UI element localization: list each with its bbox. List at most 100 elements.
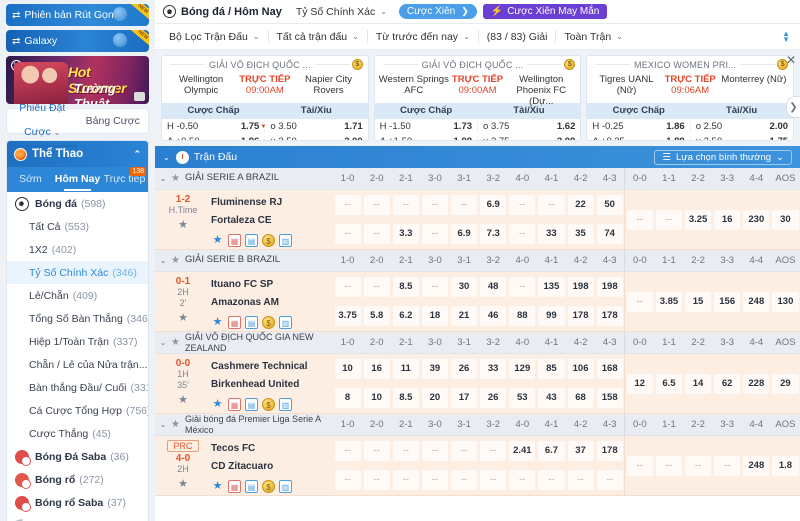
odds-cell-home[interactable]: 48 xyxy=(480,277,506,297)
sort-icon[interactable]: ▲▼ xyxy=(782,31,792,43)
odds-cell-home[interactable]: -- xyxy=(451,195,477,215)
odds-cell-away[interactable]: 10 xyxy=(364,388,390,408)
favorite-icon[interactable]: ★ xyxy=(211,316,224,329)
odds-cell-home[interactable]: 30 xyxy=(451,277,477,297)
total-option[interactable]: o 3.501.71 xyxy=(265,121,367,132)
favorite-star-icon[interactable]: ★ xyxy=(171,419,185,430)
odds-cell-home[interactable]: 198 xyxy=(568,277,594,297)
odds-cell-away[interactable]: 74 xyxy=(597,224,623,244)
filter-1[interactable]: Tất cả trận đấu⌄ xyxy=(271,29,365,45)
sidebar-item-8[interactable]: Bàn thắng Đầu/ Cuối(331) xyxy=(7,376,148,399)
odds-cell-home[interactable]: -- xyxy=(393,441,419,461)
coin-icon[interactable]: $ xyxy=(352,59,363,70)
sidebar-item-1[interactable]: Tất Cả(553) xyxy=(7,215,148,238)
odds-cell-draw[interactable]: 30 xyxy=(772,210,798,230)
odds-cell-away[interactable]: 43 xyxy=(538,388,564,408)
sidebar-item-2[interactable]: 1X2(402) xyxy=(7,238,148,261)
filter-0[interactable]: Bộ Lọc Trận Đấu⌄ xyxy=(163,29,266,45)
sidebar-item-4[interactable]: Lẻ/Chẵn(409) xyxy=(7,284,148,307)
hot-streamer-banner[interactable]: 18 Hot Streamer Tường Thuật xyxy=(6,56,149,104)
odds-cell-away[interactable]: -- xyxy=(509,470,535,490)
favorite-star-icon[interactable]: ★ xyxy=(155,393,211,406)
odds-cell-draw[interactable]: -- xyxy=(685,456,711,476)
favorite-star-icon[interactable]: ★ xyxy=(155,218,211,231)
handicap-option[interactable]: H -0.501.75▼ xyxy=(162,121,265,132)
odds-cell-draw[interactable]: 3.85 xyxy=(656,292,682,312)
odds-cell-away[interactable]: -- xyxy=(422,224,448,244)
odds-cell-draw[interactable]: 12 xyxy=(627,374,653,394)
sidebar-item-6[interactable]: Hiệp 1/Toàn Trận(337) xyxy=(7,330,148,353)
odds-cell-away[interactable]: -- xyxy=(364,224,390,244)
tab-bet-table[interactable]: Bảng Cược xyxy=(78,109,149,133)
sidebar-item-12[interactable]: Bóng rổ(272) xyxy=(7,468,148,491)
odds-cell-away[interactable]: 178 xyxy=(597,306,623,326)
odds-cell-draw[interactable]: 156 xyxy=(714,292,740,312)
odds-cell-away[interactable]: 3.3 xyxy=(393,224,419,244)
odds-cell-away[interactable]: 6.9 xyxy=(451,224,477,244)
coin-icon[interactable]: $ xyxy=(262,234,275,247)
odds-cell-home[interactable]: -- xyxy=(335,277,361,297)
chart-icon[interactable]: ▥ xyxy=(279,398,292,411)
odds-cell-draw[interactable]: -- xyxy=(627,456,653,476)
parlay-button[interactable]: Cược Xiên ❯ xyxy=(399,4,477,19)
sidebar-item-7[interactable]: Chẵn / Lẻ của Nửa trận...(331) xyxy=(7,353,148,376)
odds-cell-home[interactable]: -- xyxy=(364,441,390,461)
odds-cell-home[interactable]: -- xyxy=(393,195,419,215)
chevron-down-icon[interactable]: ⌄ xyxy=(155,338,171,347)
odds-cell-away[interactable]: -- xyxy=(597,470,623,490)
odds-cell-draw[interactable]: 29 xyxy=(772,374,798,394)
coin-icon[interactable]: $ xyxy=(262,480,275,493)
handicap-option[interactable]: A +0.501.96▲ xyxy=(162,136,265,141)
tab-live[interactable]: Trực tiếp 138 xyxy=(101,168,148,191)
stats-list-icon[interactable]: ▤ xyxy=(245,234,258,247)
odds-cell-away[interactable]: -- xyxy=(451,470,477,490)
odds-cell-draw[interactable]: -- xyxy=(656,456,682,476)
close-icon[interactable]: ✕ xyxy=(786,53,796,67)
odds-cell-draw[interactable]: 62 xyxy=(714,374,740,394)
favorite-icon[interactable]: ★ xyxy=(211,398,224,411)
coin-icon[interactable]: $ xyxy=(262,316,275,329)
favorite-icon[interactable]: ★ xyxy=(211,234,224,247)
odds-cell-home[interactable]: 129 xyxy=(509,359,535,379)
odds-cell-away[interactable]: 46 xyxy=(480,306,506,326)
tab-early[interactable]: Sớm xyxy=(7,168,54,191)
odds-cell-home[interactable]: -- xyxy=(538,195,564,215)
odds-cell-away[interactable]: 178 xyxy=(568,306,594,326)
view-mode-select[interactable]: ☰ Lựa chọn bình thường ⌄ xyxy=(654,150,792,165)
odds-cell-draw[interactable]: 130 xyxy=(772,292,798,312)
total-option[interactable]: o 2.502.00 xyxy=(691,121,793,132)
sidebar-item-14[interactable]: Cầu lông(14) xyxy=(7,514,148,521)
league-header[interactable]: ⌄★GIẢI SERIE A BRAZIL1-02-02-13-03-13-24… xyxy=(155,168,800,190)
promo-banner-galaxy[interactable]: ⇄ Galaxy NEW xyxy=(6,30,149,52)
favorite-star-icon[interactable]: ★ xyxy=(155,477,211,490)
filter-2[interactable]: Từ trước đến nay⌄ xyxy=(370,29,476,45)
odds-cell-away[interactable]: 158 xyxy=(597,388,623,408)
total-option[interactable]: u 2.501.75 xyxy=(691,136,793,141)
highlight-card[interactable]: MEXICO WOMEN PRI...$Tigres UANL (Nữ)TRỰC… xyxy=(586,55,794,141)
odds-cell-home[interactable]: 16 xyxy=(364,359,390,379)
pitch-view-icon[interactable]: ▦ xyxy=(228,480,241,493)
favorite-star-icon[interactable]: ★ xyxy=(155,311,211,324)
odds-cell-home[interactable]: 198 xyxy=(597,277,623,297)
odds-cell-home[interactable]: 50 xyxy=(597,195,623,215)
lucky-parlay-button[interactable]: ⚡ Cược Xiên May Mắn xyxy=(483,4,608,19)
odds-cell-away[interactable]: -- xyxy=(538,470,564,490)
odds-cell-draw[interactable]: 230 xyxy=(743,210,769,230)
sidebar-item-11[interactable]: Bóng Đá Saba(36) xyxy=(7,445,148,468)
odds-cell-draw[interactable]: 1.8 xyxy=(772,456,798,476)
favorite-star-icon[interactable]: ★ xyxy=(171,337,185,348)
odds-cell-draw[interactable]: 16 xyxy=(714,210,740,230)
odds-cell-home[interactable]: -- xyxy=(422,441,448,461)
sidebar-item-9[interactable]: Cá Cược Tổng Hợp(756) xyxy=(7,399,148,422)
odds-cell-draw[interactable]: -- xyxy=(714,456,740,476)
sidebar-item-10[interactable]: Cược Thắng(45) xyxy=(7,422,148,445)
pitch-view-icon[interactable]: ▦ xyxy=(228,316,241,329)
stats-list-icon[interactable]: ▤ xyxy=(245,398,258,411)
sidebar-item-3[interactable]: Tỷ Số Chính Xác(346) xyxy=(7,261,148,284)
odds-cell-draw[interactable]: -- xyxy=(656,210,682,230)
odds-cell-home[interactable]: -- xyxy=(422,277,448,297)
league-header[interactable]: ⌄★Giải bóng đá Premier Liga Serie A Méxi… xyxy=(155,414,800,436)
odds-cell-draw[interactable]: 3.25 xyxy=(685,210,711,230)
handicap-option[interactable]: A +0.251.89 xyxy=(587,136,690,141)
odds-cell-away[interactable]: 33 xyxy=(538,224,564,244)
